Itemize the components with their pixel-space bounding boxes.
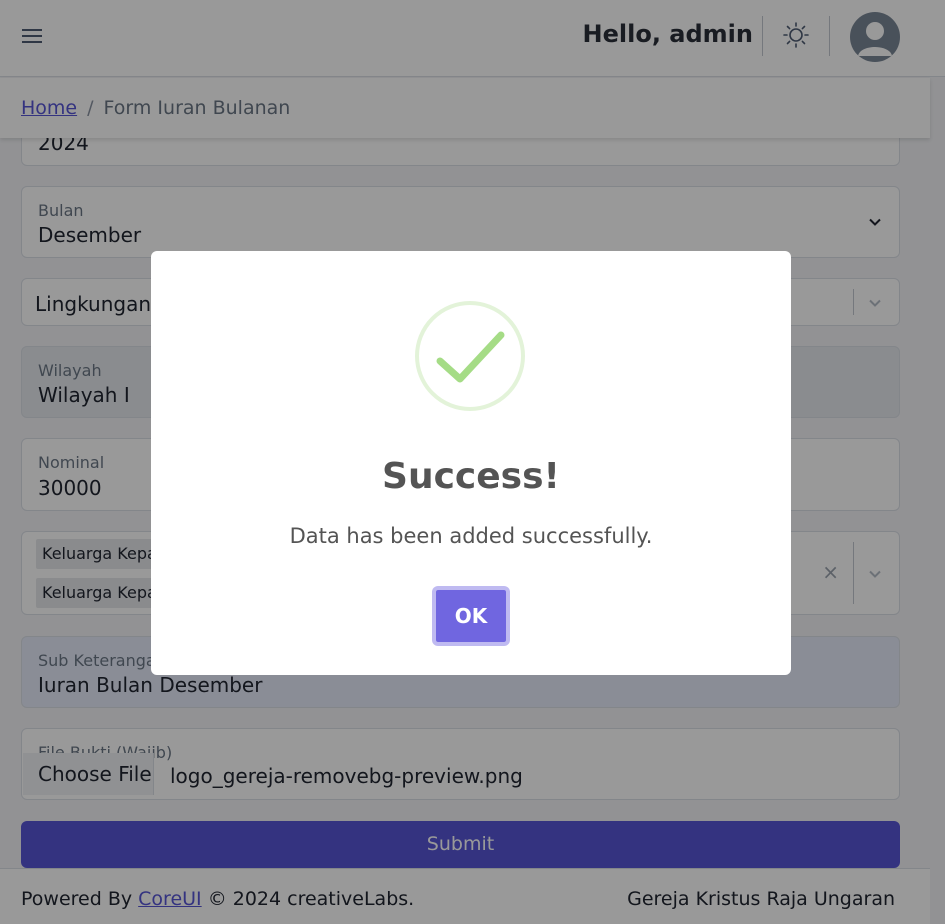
dialog-title: Success!: [382, 456, 560, 497]
dialog-message: Data has been added successfully.: [289, 524, 653, 548]
ok-button[interactable]: OK: [432, 586, 510, 646]
success-dialog: Success! Data has been added successfull…: [151, 251, 791, 675]
success-check-icon: [415, 301, 525, 411]
